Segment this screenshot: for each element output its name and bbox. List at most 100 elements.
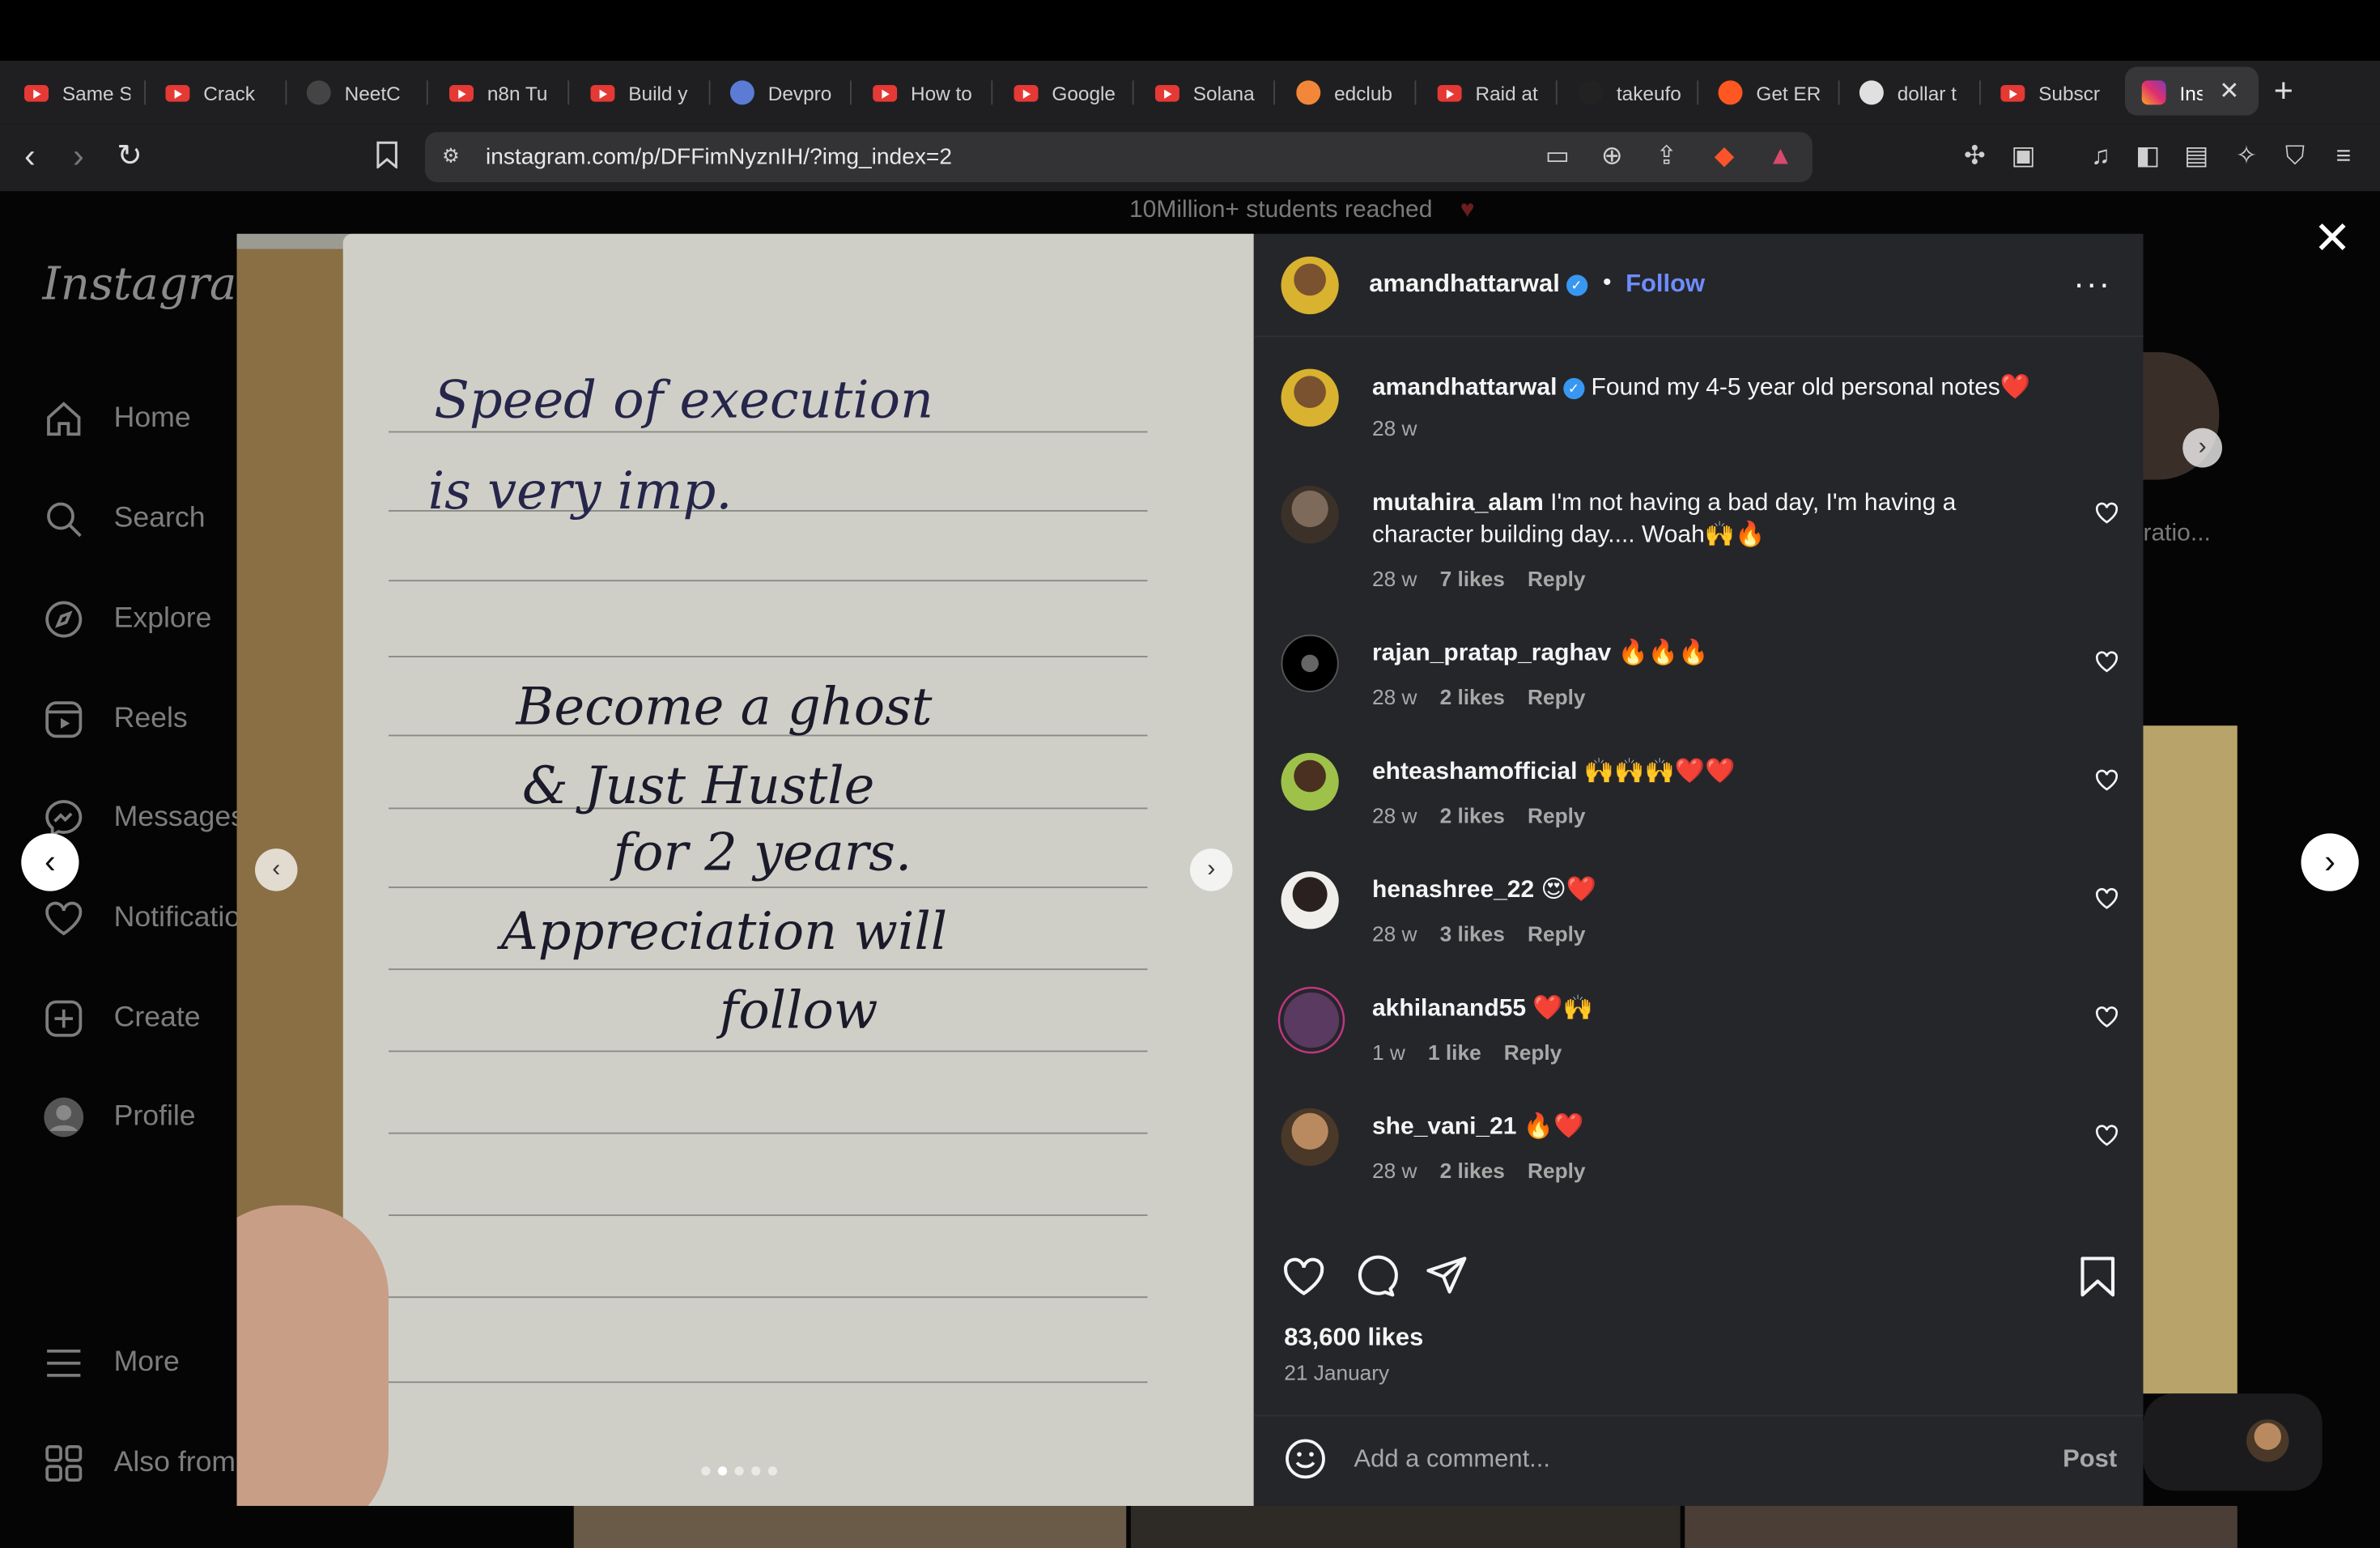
browser-tab[interactable]: Google bbox=[1014, 73, 1120, 113]
close-tab-icon[interactable]: ✕ bbox=[2219, 76, 2239, 107]
browser-tab[interactable]: Subscr bbox=[2000, 73, 2106, 113]
next-post-icon[interactable]: › bbox=[2301, 833, 2359, 891]
commenter-avatar[interactable] bbox=[1281, 753, 1339, 811]
handwritten-line: Appreciation will bbox=[500, 901, 948, 963]
avatar-icon bbox=[43, 1096, 86, 1139]
back-icon[interactable]: ‹ bbox=[24, 137, 36, 176]
browser-tab[interactable]: How to bbox=[873, 73, 979, 113]
tab-separator bbox=[991, 80, 993, 105]
browser-tab[interactable]: edclub bbox=[1296, 73, 1402, 113]
like-comment-icon[interactable] bbox=[2095, 768, 2119, 793]
handwritten-line: for 2 years. bbox=[613, 823, 912, 884]
like-icon[interactable] bbox=[1281, 1254, 1327, 1299]
sidebar-item-messages[interactable]: Messages bbox=[43, 797, 245, 840]
commenter-avatar[interactable] bbox=[1281, 634, 1339, 692]
previous-post-icon[interactable]: ‹ bbox=[21, 833, 79, 891]
author-avatar[interactable] bbox=[1281, 256, 1339, 315]
leo-ai-icon[interactable]: ✧ bbox=[2231, 141, 2262, 172]
like-comment-icon[interactable] bbox=[2095, 650, 2119, 674]
browser-tab[interactable]: dollar t bbox=[1859, 73, 1966, 113]
messages-bubble[interactable] bbox=[2143, 1393, 2323, 1491]
reply-button[interactable]: Reply bbox=[1528, 566, 1585, 590]
post-image[interactable]: Speed of execution is very imp. Become a… bbox=[236, 233, 1254, 1506]
share-icon[interactable]: ⇪ bbox=[1651, 141, 1682, 172]
commenter-avatar[interactable] bbox=[1281, 871, 1339, 929]
url-text[interactable]: instagram.com/p/DFFimNyznIH/?img_index=2 bbox=[486, 144, 952, 170]
post-thumbnail[interactable] bbox=[2143, 725, 2238, 1394]
zoom-icon[interactable]: ⊕ bbox=[1597, 141, 1628, 172]
commenter-avatar[interactable] bbox=[1281, 486, 1339, 544]
like-comment-icon[interactable] bbox=[2095, 501, 2119, 525]
reply-button[interactable]: Reply bbox=[1504, 1040, 1562, 1064]
like-comment-icon[interactable] bbox=[2095, 1005, 2119, 1029]
close-modal-icon[interactable]: ✕ bbox=[2314, 216, 2352, 262]
browser-tab[interactable]: Devpro bbox=[729, 73, 836, 113]
carousel-prev-icon[interactable]: ‹ bbox=[255, 848, 298, 891]
sidebar-item-search[interactable]: Search bbox=[43, 498, 206, 541]
sidebar-item-explore[interactable]: Explore bbox=[43, 598, 211, 641]
grid-thumbnail[interactable] bbox=[1130, 1506, 1681, 1548]
browser-tab[interactable]: n8n Tu bbox=[449, 73, 555, 113]
sidebar-item-profile[interactable]: Profile bbox=[43, 1096, 196, 1139]
forward-icon[interactable]: › bbox=[73, 137, 84, 176]
comment-icon[interactable] bbox=[1353, 1254, 1398, 1299]
likes-count[interactable]: 83,600 likes bbox=[1284, 1324, 1423, 1353]
browser-tab[interactable]: Crack bbox=[165, 73, 271, 113]
more-options-icon[interactable]: ··· bbox=[2073, 264, 2111, 304]
browser-tab[interactable]: Solana bbox=[1154, 73, 1261, 113]
reply-button[interactable]: Reply bbox=[1528, 803, 1585, 827]
commenter-avatar[interactable] bbox=[1281, 1108, 1339, 1166]
post-comment-button[interactable]: Post bbox=[2063, 1445, 2117, 1474]
sidebar-toggle-icon[interactable]: ◧ bbox=[2132, 141, 2163, 172]
grid-thumbnail[interactable] bbox=[573, 1506, 1127, 1548]
ruled-line bbox=[389, 1296, 1148, 1299]
post-date[interactable]: 21 January bbox=[1284, 1360, 1389, 1384]
extensions-icon[interactable]: ✣ bbox=[1960, 141, 1991, 172]
sidebar-item-create[interactable]: Create bbox=[43, 997, 201, 1040]
commenter-avatar[interactable] bbox=[1277, 986, 1345, 1054]
media-icon[interactable]: ♫ bbox=[2085, 141, 2116, 172]
browser-tab[interactable]: Same S bbox=[24, 73, 130, 113]
menu-icon[interactable]: ≡ bbox=[2328, 141, 2359, 172]
follow-button[interactable]: Follow bbox=[1626, 270, 1705, 300]
comment-text: rajan_pratap_raghav 🔥🔥🔥 bbox=[1372, 640, 1709, 667]
browser-tab-active[interactable]: Ins bbox=[2141, 73, 2203, 113]
browser-tab[interactable]: takeufo bbox=[1579, 73, 1685, 113]
comment-input[interactable]: Add a comment... bbox=[1354, 1445, 1550, 1474]
browser-tab[interactable]: NeetC bbox=[306, 73, 413, 113]
reply-button[interactable]: Reply bbox=[1528, 1159, 1585, 1183]
carousel-next-icon[interactable]: › bbox=[1190, 848, 1233, 891]
sidebar-item-more[interactable]: More bbox=[43, 1342, 180, 1385]
reply-button[interactable]: Reply bbox=[1528, 921, 1585, 946]
share-icon[interactable] bbox=[1424, 1254, 1469, 1299]
brave-rewards-icon[interactable]: ▲ bbox=[1766, 141, 1796, 172]
reader-mode-icon[interactable]: ▣ bbox=[2008, 141, 2039, 172]
emoji-icon[interactable] bbox=[1284, 1438, 1327, 1481]
brave-shield-icon[interactable]: ◆ bbox=[1709, 141, 1740, 172]
bookmark-icon[interactable] bbox=[372, 141, 402, 172]
wallet-icon[interactable]: ▤ bbox=[2181, 141, 2212, 172]
cast-icon[interactable]: ▭ bbox=[1542, 141, 1573, 172]
tab-separator bbox=[144, 80, 146, 105]
youtube-icon bbox=[873, 84, 898, 101]
browser-tab[interactable]: Raid at bbox=[1437, 73, 1544, 113]
browser-tab[interactable]: Build y bbox=[590, 73, 696, 113]
edclub-icon bbox=[1296, 80, 1321, 105]
save-icon[interactable] bbox=[2075, 1254, 2120, 1299]
highlights-next-icon[interactable]: › bbox=[2182, 427, 2222, 468]
grid-thumbnail[interactable] bbox=[1685, 1506, 2238, 1548]
like-comment-icon[interactable] bbox=[2095, 887, 2119, 911]
sidebar-item-home[interactable]: Home bbox=[43, 398, 191, 440]
like-comment-icon[interactable] bbox=[2095, 1124, 2119, 1148]
vpn-icon[interactable]: ⛉ bbox=[2280, 141, 2310, 172]
sidebar-item-reels[interactable]: Reels bbox=[43, 699, 188, 742]
author-username[interactable]: amandhattarwal ✓ bbox=[1369, 270, 1587, 300]
instagram-icon bbox=[2141, 80, 2166, 105]
reply-button[interactable]: Reply bbox=[1528, 685, 1585, 709]
site-settings-icon[interactable]: ⚙ bbox=[436, 141, 466, 172]
reload-icon[interactable]: ↻ bbox=[117, 137, 142, 176]
youtube-icon bbox=[165, 84, 190, 101]
caption-author-avatar[interactable] bbox=[1281, 368, 1339, 427]
browser-tab[interactable]: Get ER bbox=[1718, 73, 1825, 113]
new-tab-icon[interactable]: + bbox=[2274, 71, 2293, 111]
